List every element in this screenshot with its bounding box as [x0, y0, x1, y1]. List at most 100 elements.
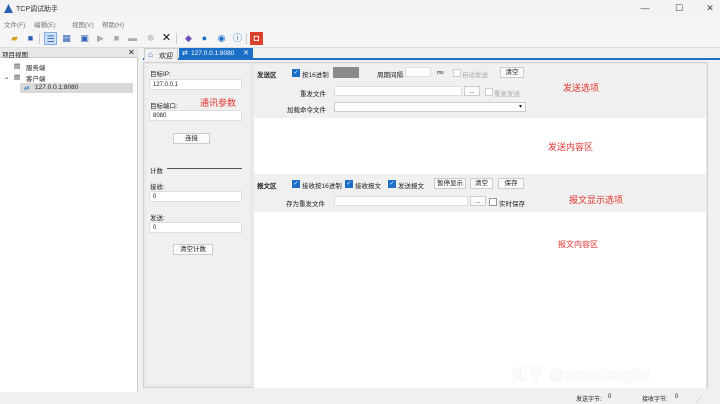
globe2-icon[interactable]: ◉: [215, 32, 228, 45]
save-as-browse-button[interactable]: ...: [470, 196, 486, 206]
resend-browse-button[interactable]: ...: [464, 86, 480, 96]
status-bar: [0, 392, 720, 404]
count-divider: [167, 168, 242, 169]
recv-hex-label: 接收按16进制: [302, 183, 342, 190]
toolbar-separator: [246, 33, 247, 44]
send-msg-checkbox[interactable]: ✓: [388, 180, 396, 188]
send-content-area[interactable]: [254, 118, 706, 174]
target-ip-input[interactable]: 127.0.0.1: [149, 79, 242, 90]
resend-checkbox[interactable]: [485, 88, 493, 96]
connect-button[interactable]: 连接: [173, 133, 210, 144]
tree-item-server[interactable]: 服务端: [26, 62, 46, 72]
maximize-button[interactable]: ☐: [664, 0, 694, 17]
period-input[interactable]: [405, 67, 431, 77]
gem-icon[interactable]: ◆: [182, 32, 195, 45]
resend-file-input[interactable]: [334, 86, 462, 96]
resize-grip-icon[interactable]: ⋰: [696, 395, 703, 403]
settings-icon[interactable]: ✲: [144, 32, 157, 45]
globe-icon[interactable]: ●: [198, 32, 211, 45]
stop-icon[interactable]: ■: [110, 32, 123, 45]
send-clear-button[interactable]: 清空: [500, 67, 524, 78]
exit-icon[interactable]: ◘: [250, 32, 263, 45]
tab-welcome-label: 欢迎: [159, 53, 173, 60]
minimize-button[interactable]: —: [630, 0, 660, 17]
tree-item-connection[interactable]: 127.0.0.1:8080: [35, 84, 78, 91]
tree-expand-icon[interactable]: ⌄: [4, 73, 9, 81]
list-icon[interactable]: ☰: [44, 32, 57, 45]
tree-item-client[interactable]: 客户端: [26, 73, 46, 83]
realtime-save-checkbox[interactable]: [489, 198, 497, 206]
watermark: 知乎 @xiaoxiangfei: [512, 367, 650, 384]
load-cmd-select[interactable]: ▾: [334, 102, 526, 112]
auto-send-label: 自动发送: [462, 72, 488, 79]
save-icon[interactable]: ■: [24, 32, 37, 45]
link-icon[interactable]: ▬: [126, 32, 139, 45]
toolbar-separator: [39, 33, 40, 44]
network2-icon[interactable]: ▣: [78, 32, 91, 45]
auto-send-checkbox[interactable]: [453, 69, 461, 77]
recv-count-field: 0: [149, 191, 242, 202]
chevron-down-icon: ▾: [518, 104, 522, 110]
period-label: 周期间隔: [377, 72, 403, 79]
menu-edit[interactable]: 编辑(E): [34, 19, 56, 29]
send-hex-label: 按16进制: [302, 72, 329, 79]
tree-client-icon: ▤: [14, 74, 21, 81]
save-as-input[interactable]: [334, 196, 468, 206]
realtime-save-label: 实时保存: [499, 201, 525, 208]
count-label: 计数: [150, 168, 163, 175]
tab-connection[interactable]: ⇄ 127.0.0.1:8080 ✕: [179, 48, 253, 60]
recv-area-label: 报文区: [257, 183, 277, 190]
send-options-annotation: 发送选项: [563, 83, 600, 93]
close-window-button[interactable]: ✕: [695, 0, 720, 17]
send-msg-label: 发送报文: [398, 183, 424, 190]
play-icon[interactable]: ▶: [94, 32, 107, 45]
recv-msg-label: 接收报文: [355, 183, 381, 190]
send-hex-checkbox[interactable]: ✓: [292, 69, 300, 77]
save-as-label: 存为重发文件: [286, 201, 325, 208]
tree-server-icon: ▤: [14, 63, 21, 70]
send-count-label: 发送:: [150, 215, 165, 222]
toolbar: [0, 30, 720, 48]
period-unit: ms: [437, 70, 444, 76]
window-title: TCP调试助手: [16, 6, 58, 13]
resend-file-label: 重发文件: [300, 91, 326, 98]
connection-icon: ⇄: [24, 85, 30, 92]
home-icon: ⌂: [148, 50, 153, 59]
recv-bytes-label: 接收字节:: [642, 397, 668, 403]
title-bar: [0, 0, 720, 17]
save-button[interactable]: 保存: [498, 178, 524, 189]
recv-options-annotation: 报文显示选项: [569, 195, 624, 205]
pause-display-button[interactable]: 暂停显示: [434, 178, 466, 189]
send-bytes-label: 发送字节:: [576, 397, 602, 403]
network-icon[interactable]: ▦: [60, 32, 73, 45]
toolbar-separator: [176, 33, 177, 44]
connection-tab-icon: ⇄: [182, 50, 188, 57]
send-hex-preview: [333, 67, 359, 78]
target-port-input[interactable]: 8080: [149, 110, 242, 121]
tab-welcome[interactable]: ⌂ 欢迎: [144, 48, 178, 60]
send-area-label: 发送区: [257, 72, 277, 79]
target-port-label: 目标端口:: [150, 103, 178, 110]
send-count-field: 0: [149, 222, 242, 233]
recv-hex-checkbox[interactable]: ✓: [292, 180, 300, 188]
project-view-panel: [0, 48, 138, 404]
menu-file[interactable]: 文件(F): [4, 19, 25, 29]
recv-clear-button[interactable]: 清空: [470, 178, 493, 189]
send-bytes-value: 0: [608, 394, 612, 400]
target-ip-label: 目标IP:: [150, 71, 171, 78]
load-cmd-label: 加载命令文件: [287, 107, 326, 114]
recv-msg-checkbox[interactable]: ✓: [345, 180, 353, 188]
menu-view[interactable]: 视图(V): [72, 19, 94, 29]
folder-open-icon[interactable]: ▰: [8, 32, 21, 45]
info-icon[interactable]: ⓘ: [231, 32, 244, 45]
project-view-title: 项目视图: [2, 52, 28, 59]
recv-content-annotation: 报文内容区: [558, 240, 598, 249]
clear-count-button[interactable]: 清空计数: [173, 244, 213, 255]
recv-count-label: 接收:: [150, 184, 165, 191]
close-panel-button[interactable]: ✕: [128, 48, 135, 57]
delete-icon[interactable]: ✕: [160, 32, 173, 45]
comm-params-annotation: 通讯参数: [200, 98, 237, 108]
tab-connection-label: 127.0.0.1:8080: [191, 50, 235, 57]
menu-help[interactable]: 帮助(H): [102, 19, 124, 29]
close-tab-icon[interactable]: ✕: [243, 49, 249, 57]
